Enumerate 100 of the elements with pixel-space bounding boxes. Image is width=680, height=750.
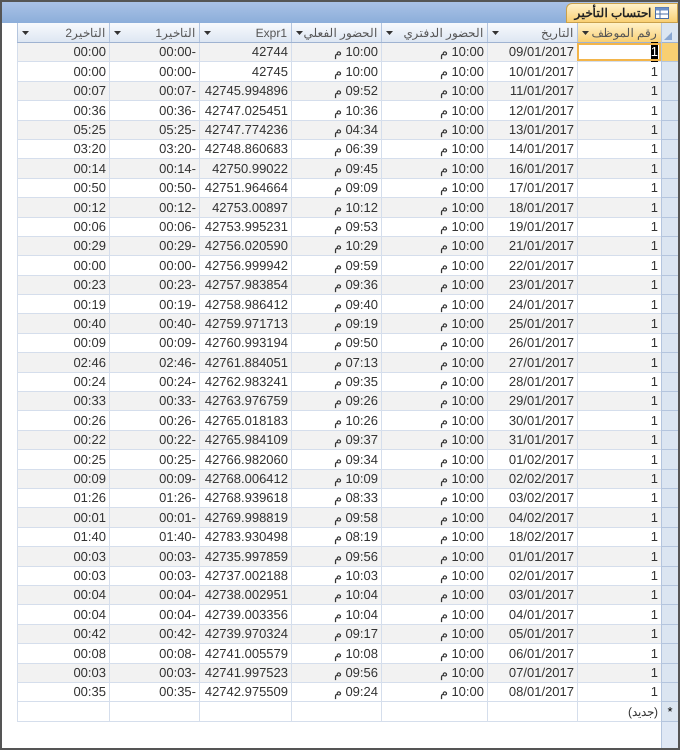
record-selector[interactable]: [662, 159, 678, 179]
table-cell: 10:00 م: [381, 334, 487, 352]
table-cell: 09:50 م: [291, 334, 381, 352]
table-cell: 10:00 م: [381, 82, 487, 100]
table-cell: 42750.99022: [199, 159, 291, 178]
document-tab[interactable]: احتساب التأخير: [566, 3, 678, 23]
table-cell: 1: [577, 334, 661, 352]
record-selector[interactable]: [662, 256, 678, 276]
table-cell: 10:00 م: [381, 392, 487, 410]
table-cell: 10:03 م: [291, 566, 381, 585]
record-selector[interactable]: [662, 470, 678, 489]
column-header[interactable]: التاخير1: [109, 23, 199, 42]
record-selector[interactable]: [662, 508, 678, 528]
table-cell: 00:23: [17, 276, 109, 294]
record-selector[interactable]: [662, 43, 678, 62]
table-cell: 10:00 م: [291, 62, 381, 81]
table-cell: 01:26: [17, 488, 109, 508]
dropdown-arrow-icon: [492, 30, 499, 34]
column-header[interactable]: الحضور الفعلي: [291, 23, 381, 42]
record-selector[interactable]: [662, 82, 678, 102]
record-selector[interactable]: [662, 644, 678, 664]
table-cell: 1: [577, 159, 661, 178]
record-selector[interactable]: [662, 218, 678, 237]
table-cell: 10:00 م: [381, 140, 487, 158]
dropdown-arrow-icon: [204, 30, 211, 34]
table-cell: 10:26 م: [291, 411, 381, 430]
column-header[interactable]: Expr1: [199, 23, 291, 42]
record-selector[interactable]: [662, 566, 678, 586]
table-cell: 00:00-: [109, 256, 199, 275]
table-cell: 29/01/2017: [487, 392, 577, 410]
table-cell: 01/01/2017: [487, 547, 577, 566]
table-cell: 00:29-: [109, 236, 199, 256]
table-cell: 00:24-: [109, 372, 199, 392]
table-cell: 00:00-: [109, 43, 199, 62]
table-cell: 1: [577, 547, 661, 566]
table-cell: 00:00: [17, 256, 109, 275]
table-cell: 42763.976759: [199, 392, 291, 410]
record-selector[interactable]: [662, 198, 678, 218]
record-selector[interactable]: [662, 276, 678, 296]
table-cell: 10:00 م: [381, 276, 487, 294]
table-cell: 00:03-: [109, 547, 199, 566]
record-selector[interactable]: [662, 101, 678, 121]
column-header[interactable]: الحضور الدفتري: [381, 23, 487, 42]
record-selector[interactable]: [662, 450, 678, 470]
table-cell: 03/02/2017: [487, 488, 577, 508]
table-cell: 1: [577, 82, 661, 100]
record-selector[interactable]: [662, 62, 678, 82]
table-cell: 00:03: [17, 664, 109, 682]
table-cell: 10:00 م: [291, 43, 381, 62]
table-cell: 27/01/2017: [487, 353, 577, 372]
record-selector[interactable]: [662, 624, 678, 644]
record-selector[interactable]: [662, 314, 678, 334]
record-selector[interactable]: [662, 682, 678, 702]
table-cell: 22/01/2017: [487, 256, 577, 275]
column-header[interactable]: التاخير2: [17, 23, 109, 42]
record-selector[interactable]: [662, 120, 678, 140]
table-cell: 42747.025451: [199, 101, 291, 120]
record-selector[interactable]: [662, 528, 678, 548]
record-selector[interactable]: [662, 488, 678, 508]
record-selector[interactable]: [662, 547, 678, 567]
record-selector[interactable]: [662, 178, 678, 198]
table-cell: 00:19: [17, 295, 109, 314]
table-cell: 00:01-: [109, 508, 199, 527]
table-cell: 00:23-: [109, 276, 199, 294]
record-selector[interactable]: [662, 372, 678, 392]
column-header[interactable]: رقم الموظف: [577, 23, 661, 42]
record-selector[interactable]: [662, 430, 678, 450]
table-cell: 09:34 م: [291, 450, 381, 469]
table-cell: 00:12-: [109, 198, 199, 217]
table-cell: 05:25-: [109, 120, 199, 139]
record-selector[interactable]: [662, 605, 678, 625]
record-selector[interactable]: [662, 140, 678, 160]
record-selector[interactable]: [662, 236, 678, 256]
record-selector[interactable]: [662, 664, 678, 683]
table-cell: 1: [577, 488, 661, 508]
table-cell: 1: [577, 236, 661, 256]
table-cell: 1: [577, 178, 661, 198]
table-cell: 09:53 م: [291, 218, 381, 236]
record-selector[interactable]: [662, 411, 678, 431]
table-cell: 10:00 م: [381, 586, 487, 604]
table-cell: 02/02/2017: [487, 470, 577, 488]
record-selector[interactable]: [662, 586, 678, 606]
select-all-corner[interactable]: [662, 23, 678, 43]
table-cell: 00:09-: [109, 334, 199, 352]
table-cell: 10:12 م: [291, 198, 381, 217]
table-cell: 10:00 م: [381, 159, 487, 178]
table-cell: 00:22: [17, 430, 109, 450]
table-cell: 30/01/2017: [487, 411, 577, 430]
record-selector[interactable]: [662, 334, 678, 354]
table-cell: 00:14: [17, 159, 109, 178]
table-cell: 10:00 م: [381, 566, 487, 585]
table-cell: 10:00 م: [381, 605, 487, 624]
column-header[interactable]: التاريخ: [487, 23, 577, 42]
table-cell: 05/01/2017: [487, 624, 577, 644]
table-cell: 42768.939618: [199, 488, 291, 508]
record-selector[interactable]: [662, 353, 678, 373]
table-cell: 42762.983241: [199, 372, 291, 392]
record-selector[interactable]: [662, 295, 678, 314]
table-cell: 1: [577, 140, 661, 158]
record-selector[interactable]: [662, 392, 678, 412]
